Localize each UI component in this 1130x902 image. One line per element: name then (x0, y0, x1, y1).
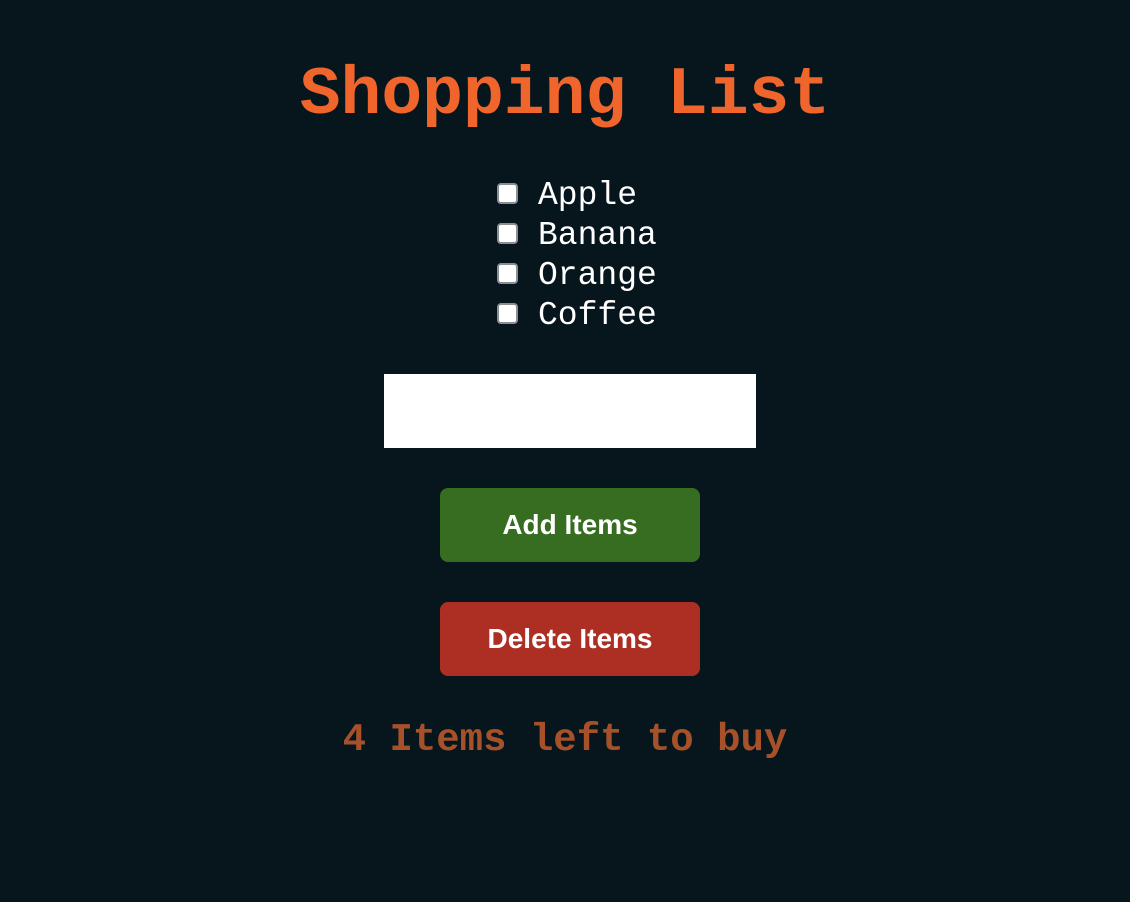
item-checkbox-banana[interactable] (497, 222, 518, 244)
item-checkbox-apple[interactable] (497, 182, 518, 204)
item-checkbox-orange[interactable] (497, 262, 518, 284)
items-left-status: 4 Items left to buy (342, 718, 788, 762)
item-checkbox-coffee[interactable] (497, 302, 518, 324)
list-item: Coffee (496, 296, 657, 336)
item-label: Coffee (538, 297, 657, 334)
list-item: Orange (496, 256, 657, 296)
list-item: Apple (496, 176, 657, 216)
shopping-list-page: Shopping List Apple Banana Orange Coffee… (0, 0, 1130, 902)
page-title: Shopping List (299, 57, 831, 134)
list-item: Banana (496, 216, 657, 256)
item-label: Orange (538, 257, 657, 294)
item-label: Apple (538, 177, 638, 214)
delete-items-button[interactable]: Delete Items (440, 602, 700, 676)
new-item-input[interactable] (384, 374, 756, 448)
item-label: Banana (538, 217, 657, 254)
shopping-list: Apple Banana Orange Coffee (496, 176, 657, 336)
add-items-button[interactable]: Add Items (440, 488, 700, 562)
